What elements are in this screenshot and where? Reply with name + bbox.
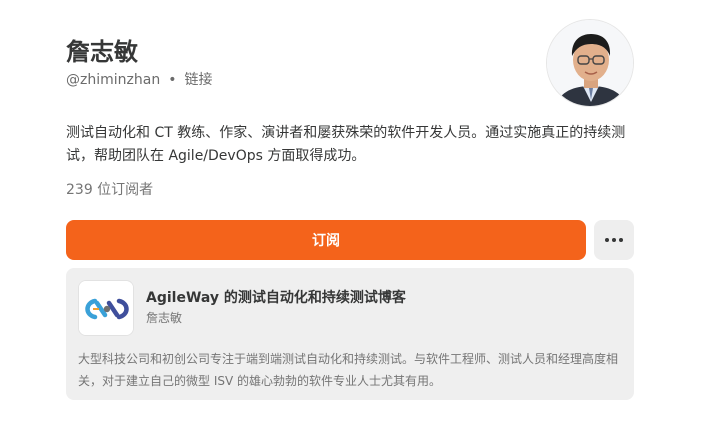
publication-author: 詹志敏 [146,311,183,325]
author-meta: @zhiminzhan • 链接 [66,70,212,90]
author-handle[interactable]: @zhiminzhan [66,72,160,88]
publication-logo[interactable] [78,280,134,336]
avatar[interactable] [546,19,634,107]
more-horizontal-icon [605,238,623,242]
publication-description: 大型科技公司和初创公司专注于端到端测试自动化和持续测试。与软件工程师、测试人员和… [78,352,619,388]
subscriber-count: 239 位订阅者 [66,182,154,198]
author-card: 詹志敏 @zhiminzhan • 链接 测试自动化和 CT 教练、作家、演讲者和屡… [66,0,634,430]
more-options-button[interactable] [594,220,634,260]
author-bio: 测试自动化和 CT 教练、作家、演讲者和屡获殊荣的软件开发人员。通过实施真正的持… [66,125,626,164]
meta-separator: • [168,72,177,88]
avatar-photo [547,20,633,106]
agileway-logo-icon [79,281,133,335]
author-link[interactable]: 链接 [184,72,212,88]
publication-title[interactable]: AgileWay 的测试自动化和持续测试博客 [146,288,616,308]
publication-card[interactable]: AgileWay 的测试自动化和持续测试博客 詹志敏 大型科技公司和初创公司专注… [66,268,634,400]
author-name: 詹志敏 [66,38,138,66]
subscribe-button[interactable]: 订阅 [66,220,586,260]
